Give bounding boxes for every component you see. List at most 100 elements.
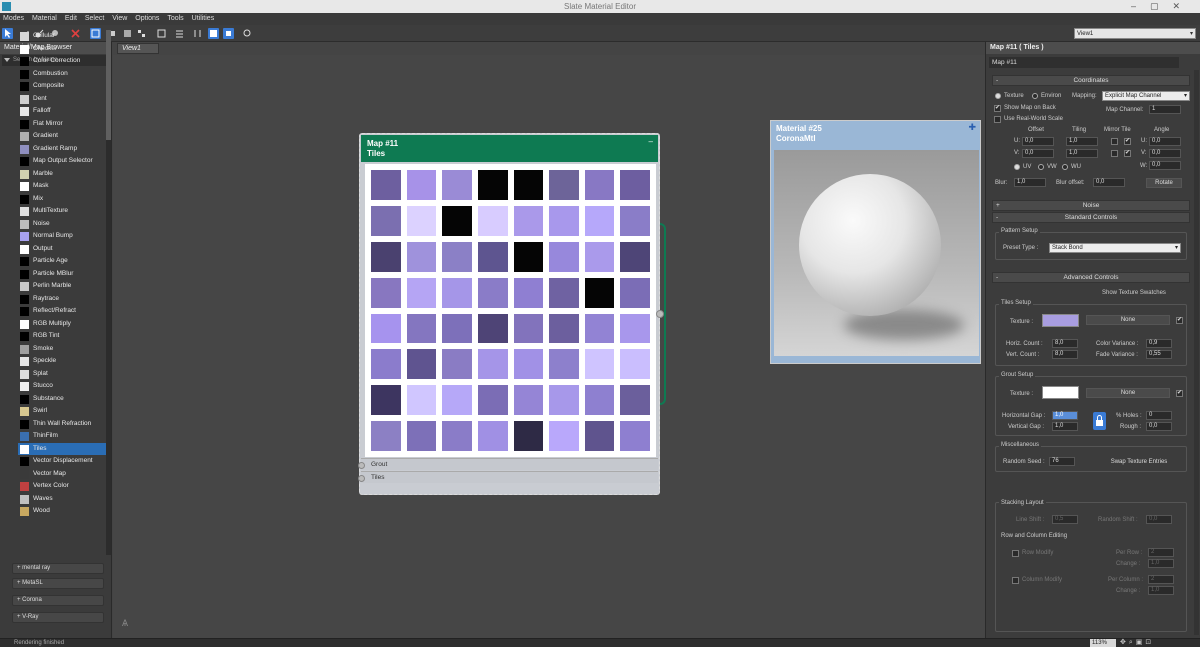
slot-tiles[interactable]: Tiles: [358, 471, 658, 483]
random-shift-field[interactable]: 0,0: [1146, 515, 1172, 524]
menu-options[interactable]: Options: [132, 13, 162, 24]
scrollbar-thumb[interactable]: [106, 30, 111, 140]
grout-texture-checkbox[interactable]: ✔: [1176, 390, 1183, 397]
view-navigation-icons[interactable]: ✥⌕▣⊡: [1120, 638, 1154, 647]
map-list-scrollbar[interactable]: [106, 30, 111, 555]
output-socket-icon[interactable]: [656, 310, 664, 318]
material-map-browser-icon[interactable]: [208, 28, 219, 39]
map-item[interactable]: Particle Age: [18, 255, 106, 268]
map-item[interactable]: RGB Tint: [18, 330, 106, 343]
vw-radio[interactable]: [1038, 164, 1044, 170]
tiles-texture-button[interactable]: None: [1086, 315, 1170, 325]
map-node-header[interactable]: Map #11 Tiles –: [361, 135, 658, 162]
row-modify-checkbox[interactable]: [1012, 550, 1019, 557]
param-scrollbar[interactable]: [1194, 70, 1199, 635]
fade-variance-field[interactable]: 0,55: [1146, 350, 1172, 359]
coordinates-rollout[interactable]: - Coordinates: [992, 75, 1190, 86]
rollout-metasl[interactable]: + MetaSL: [12, 578, 104, 589]
map-item[interactable]: Speckle: [18, 355, 106, 368]
v-offset-field[interactable]: 0,0: [1022, 149, 1054, 158]
map-item[interactable]: Color Correction: [18, 55, 106, 68]
map-item[interactable]: MultiTexture: [18, 205, 106, 218]
view-select[interactable]: View1 ▾: [1074, 28, 1196, 39]
rollout-vray[interactable]: + V-Ray: [12, 612, 104, 623]
material-node[interactable]: Material #25 CoronaMtl ✚: [770, 120, 981, 364]
input-socket-icon[interactable]: [358, 475, 365, 482]
map-node-tiles[interactable]: Map #11 Tiles – Grout Tiles: [358, 133, 664, 495]
v-tiling-field[interactable]: 1,0: [1066, 149, 1098, 158]
wu-radio[interactable]: [1062, 164, 1068, 170]
select-tool-icon[interactable]: [2, 28, 13, 39]
menu-tools[interactable]: Tools: [164, 13, 186, 24]
map-item[interactable]: Mask: [18, 180, 106, 193]
advanced-controls-rollout[interactable]: - Advanced Controls: [992, 272, 1190, 283]
show-map-on-back-checkbox[interactable]: ✔: [994, 105, 1001, 112]
menu-modes[interactable]: Modes: [0, 13, 27, 24]
options-icon[interactable]: [192, 28, 203, 39]
map-item[interactable]: Combustion: [18, 68, 106, 81]
map-item[interactable]: Marble: [18, 168, 106, 181]
map-item[interactable]: Mix: [18, 193, 106, 206]
rough-field[interactable]: 0,0: [1146, 422, 1172, 431]
window-controls[interactable]: –▢✕: [1131, 1, 1194, 12]
show-end-result-icon[interactable]: [136, 28, 147, 39]
menu-material[interactable]: Material: [29, 13, 60, 24]
map-item[interactable]: Perlin Marble: [18, 280, 106, 293]
plus-icon[interactable]: ✚: [968, 122, 976, 132]
u-tile-checkbox[interactable]: ✔: [1124, 138, 1131, 145]
map-name-field[interactable]: Map #11: [989, 57, 1179, 68]
swap-texture-entries-button[interactable]: Swap Texture Entries: [1096, 457, 1182, 467]
map-item[interactable]: Map Output Selector: [18, 155, 106, 168]
grout-color-swatch[interactable]: [1042, 386, 1079, 399]
collapse-icon[interactable]: –: [649, 137, 653, 147]
map-item[interactable]: Checker: [18, 43, 106, 56]
layout-children-icon[interactable]: [174, 28, 185, 39]
map-item[interactable]: Gradient Ramp: [18, 143, 106, 156]
horiz-count-field[interactable]: 8,0: [1052, 339, 1078, 348]
texture-radio[interactable]: [995, 93, 1001, 99]
zoom-level[interactable]: 113%: [1090, 639, 1116, 647]
u-offset-field[interactable]: 0,0: [1022, 137, 1054, 146]
vert-count-field[interactable]: 8,0: [1052, 350, 1078, 359]
map-item[interactable]: RGB Multiply: [18, 318, 106, 331]
vertical-gap-field[interactable]: 1,0: [1052, 422, 1078, 431]
per-column-field[interactable]: 2: [1148, 575, 1174, 584]
input-socket-icon[interactable]: [358, 462, 365, 469]
map-item[interactable]: Noise: [18, 218, 106, 231]
real-world-scale-checkbox[interactable]: [994, 116, 1001, 123]
menu-view[interactable]: View: [109, 13, 130, 24]
grout-texture-button[interactable]: None: [1086, 388, 1170, 398]
standard-controls-rollout[interactable]: - Standard Controls: [992, 212, 1190, 223]
column-modify-checkbox[interactable]: [1012, 577, 1019, 584]
blur-offset-field[interactable]: 0,0: [1093, 178, 1125, 187]
preset-type-dropdown[interactable]: Stack Bond ▾: [1049, 243, 1181, 253]
map-item[interactable]: Falloff: [18, 105, 106, 118]
map-item[interactable]: Vertex Color: [18, 480, 106, 493]
map-item[interactable]: Stucco: [18, 380, 106, 393]
show-background-icon[interactable]: [122, 28, 133, 39]
gap-lock-icon[interactable]: [1093, 412, 1106, 430]
navigator-icon[interactable]: Ѧ: [122, 618, 128, 628]
tiles-color-swatch[interactable]: [1042, 314, 1079, 327]
u-tiling-field[interactable]: 1,0: [1066, 137, 1098, 146]
menu-utilities[interactable]: Utilities: [189, 13, 218, 24]
mapping-dropdown[interactable]: Explicit Map Channel ▾: [1102, 91, 1190, 101]
parameter-editor-icon[interactable]: [223, 28, 234, 39]
blur-field[interactable]: 1,0: [1014, 178, 1046, 187]
map-item[interactable]: Particle MBlur: [18, 268, 106, 281]
menu-select[interactable]: Select: [82, 13, 107, 24]
holes-field[interactable]: 0: [1146, 411, 1172, 420]
horizontal-gap-field[interactable]: 1,0: [1052, 411, 1078, 420]
map-item[interactable]: Substance: [18, 393, 106, 406]
map-item[interactable]: Smoke: [18, 343, 106, 356]
map-item[interactable]: Vector Displacement: [18, 455, 106, 468]
map-item[interactable]: Reflect/Refract: [18, 305, 106, 318]
map-item[interactable]: Output: [18, 243, 106, 256]
v-angle-field[interactable]: 0,0: [1149, 149, 1181, 158]
map-item[interactable]: Waves: [18, 493, 106, 506]
rollout-mental-ray[interactable]: + mental ray: [12, 563, 104, 574]
line-shift-field[interactable]: 0,5: [1052, 515, 1078, 524]
map-item[interactable]: Splat: [18, 368, 106, 381]
map-channel-field[interactable]: 1: [1149, 105, 1181, 114]
v-mirror-checkbox[interactable]: [1111, 150, 1118, 157]
